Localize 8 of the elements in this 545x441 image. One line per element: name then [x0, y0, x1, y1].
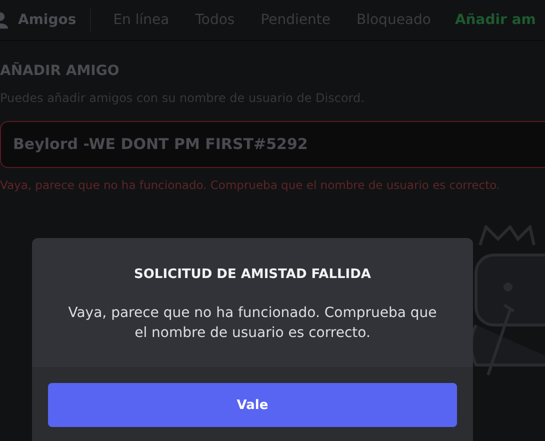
- ok-button[interactable]: Vale: [48, 383, 457, 427]
- error-message: Vaya, parece que no ha funcionado. Comprueba que el nombre de usuario es correcto.: [0, 178, 502, 192]
- page-title: Amigos: [18, 12, 76, 28]
- dialog-message: Vaya, parece que no ha funcionado. Comprueba que el nombre de usuario es correcto.: [67, 304, 438, 343]
- dialog-title: SOLICITUD DE AMISTAD FALLIDA: [133, 267, 372, 282]
- username-input-field[interactable]: Beylord -WE DONT PM FIRST#5292: [0, 121, 545, 168]
- section-heading: AÑADIR AMIGO: [0, 63, 120, 79]
- add-friend-button[interactable]: Añadir am: [448, 10, 536, 30]
